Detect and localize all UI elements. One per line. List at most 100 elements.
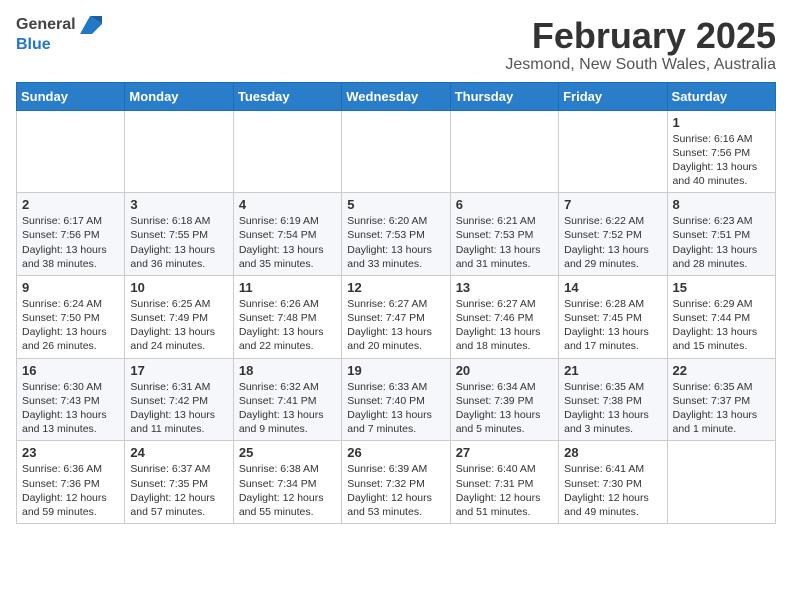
calendar-cell: 19 Sunrise: 6:33 AM Sunset: 7:40 PM Dayli… xyxy=(342,358,450,441)
day-info: Sunrise: 6:24 AM Sunset: 7:50 PM Dayligh… xyxy=(22,297,119,354)
calendar-cell: 28Sunrise: 6:41 AM Sunset: 7:30 PM Dayli… xyxy=(559,441,667,524)
weekday-header-tuesday: Tuesday xyxy=(233,82,341,110)
calendar-cell: 13 Sunrise: 6:27 AM Sunset: 7:46 PM Dayli… xyxy=(450,275,558,358)
day-number: 10 xyxy=(130,280,227,295)
day-info: Sunrise: 6:25 AM Sunset: 7:49 PM Dayligh… xyxy=(130,297,227,354)
day-number: 20 xyxy=(456,363,553,378)
day-number: 9 xyxy=(22,280,119,295)
calendar-cell: 9 Sunrise: 6:24 AM Sunset: 7:50 PM Daylig… xyxy=(17,275,125,358)
day-number: 15 xyxy=(673,280,770,295)
calendar-cell: 6Sunrise: 6:21 AM Sunset: 7:53 PM Daylig… xyxy=(450,193,558,276)
weekday-header-monday: Monday xyxy=(125,82,233,110)
day-info: Sunrise: 6:30 AM Sunset: 7:43 PM Dayligh… xyxy=(22,380,119,437)
calendar-table: SundayMondayTuesdayWednesdayThursdayFrid… xyxy=(16,82,776,524)
calendar-cell: 15 Sunrise: 6:29 AM Sunset: 7:44 PM Dayli… xyxy=(667,275,775,358)
calendar-cell: 23 Sunrise: 6:36 AM Sunset: 7:36 PM Dayli… xyxy=(17,441,125,524)
day-number: 8 xyxy=(673,197,770,212)
page-header: General Blue February 2025 Jesmond, New … xyxy=(16,16,776,74)
day-info: Sunrise: 6:39 AM Sunset: 7:32 PM Dayligh… xyxy=(347,462,444,519)
day-info: Sunrise: 6:31 AM Sunset: 7:42 PM Dayligh… xyxy=(130,380,227,437)
calendar-cell: 16 Sunrise: 6:30 AM Sunset: 7:43 PM Dayli… xyxy=(17,358,125,441)
calendar-week-3: 9 Sunrise: 6:24 AM Sunset: 7:50 PM Daylig… xyxy=(17,275,776,358)
day-number: 23 xyxy=(22,445,119,460)
day-number: 25 xyxy=(239,445,336,460)
calendar-cell: 12 Sunrise: 6:27 AM Sunset: 7:47 PM Dayli… xyxy=(342,275,450,358)
day-number: 17 xyxy=(130,363,227,378)
day-info: Sunrise: 6:40 AM Sunset: 7:31 PM Dayligh… xyxy=(456,462,553,519)
day-number: 4 xyxy=(239,197,336,212)
calendar-week-4: 16 Sunrise: 6:30 AM Sunset: 7:43 PM Dayli… xyxy=(17,358,776,441)
calendar-cell: 8 Sunrise: 6:23 AM Sunset: 7:51 PM Daylig… xyxy=(667,193,775,276)
day-number: 18 xyxy=(239,363,336,378)
day-number: 3 xyxy=(130,197,227,212)
calendar-cell xyxy=(125,110,233,193)
day-info: Sunrise: 6:33 AM Sunset: 7:40 PM Dayligh… xyxy=(347,380,444,437)
calendar-week-1: 1 Sunrise: 6:16 AM Sunset: 7:56 PM Daylig… xyxy=(17,110,776,193)
calendar-cell xyxy=(17,110,125,193)
logo-general: General xyxy=(16,16,102,34)
day-info: Sunrise: 6:18 AM Sunset: 7:55 PM Dayligh… xyxy=(130,214,227,271)
logo: General Blue xyxy=(16,16,102,54)
day-number: 1 xyxy=(673,115,770,130)
calendar-cell xyxy=(233,110,341,193)
logo-blue: Blue xyxy=(16,36,102,54)
day-info: Sunrise: 6:16 AM Sunset: 7:56 PM Dayligh… xyxy=(673,132,770,189)
calendar-cell: 25 Sunrise: 6:38 AM Sunset: 7:34 PM Dayli… xyxy=(233,441,341,524)
calendar-week-2: 2 Sunrise: 6:17 AM Sunset: 7:56 PM Daylig… xyxy=(17,193,776,276)
day-number: 21 xyxy=(564,363,661,378)
weekday-header-row: SundayMondayTuesdayWednesdayThursdayFrid… xyxy=(17,82,776,110)
calendar-cell: 21Sunrise: 6:35 AM Sunset: 7:38 PM Dayli… xyxy=(559,358,667,441)
day-number: 22 xyxy=(673,363,770,378)
day-info: Sunrise: 6:22 AM Sunset: 7:52 PM Dayligh… xyxy=(564,214,661,271)
calendar-cell: 22Sunrise: 6:35 AM Sunset: 7:37 PM Dayli… xyxy=(667,358,775,441)
day-info: Sunrise: 6:20 AM Sunset: 7:53 PM Dayligh… xyxy=(347,214,444,271)
location: Jesmond, New South Wales, Australia xyxy=(505,56,776,74)
day-info: Sunrise: 6:34 AM Sunset: 7:39 PM Dayligh… xyxy=(456,380,553,437)
day-number: 5 xyxy=(347,197,444,212)
day-number: 14 xyxy=(564,280,661,295)
calendar-cell: 17 Sunrise: 6:31 AM Sunset: 7:42 PM Dayli… xyxy=(125,358,233,441)
calendar-cell: 1 Sunrise: 6:16 AM Sunset: 7:56 PM Daylig… xyxy=(667,110,775,193)
day-number: 27 xyxy=(456,445,553,460)
calendar-cell: 7 Sunrise: 6:22 AM Sunset: 7:52 PM Daylig… xyxy=(559,193,667,276)
day-info: Sunrise: 6:26 AM Sunset: 7:48 PM Dayligh… xyxy=(239,297,336,354)
day-number: 16 xyxy=(22,363,119,378)
day-info: Sunrise: 6:19 AM Sunset: 7:54 PM Dayligh… xyxy=(239,214,336,271)
calendar-cell: 18Sunrise: 6:32 AM Sunset: 7:41 PM Dayli… xyxy=(233,358,341,441)
weekday-header-wednesday: Wednesday xyxy=(342,82,450,110)
weekday-header-sunday: Sunday xyxy=(17,82,125,110)
calendar-cell: 4 Sunrise: 6:19 AM Sunset: 7:54 PM Daylig… xyxy=(233,193,341,276)
month-year: February 2025 xyxy=(505,16,776,56)
calendar-cell: 2 Sunrise: 6:17 AM Sunset: 7:56 PM Daylig… xyxy=(17,193,125,276)
day-info: Sunrise: 6:21 AM Sunset: 7:53 PM Dayligh… xyxy=(456,214,553,271)
calendar-cell xyxy=(559,110,667,193)
calendar-cell: 3 Sunrise: 6:18 AM Sunset: 7:55 PM Daylig… xyxy=(125,193,233,276)
day-info: Sunrise: 6:17 AM Sunset: 7:56 PM Dayligh… xyxy=(22,214,119,271)
weekday-header-friday: Friday xyxy=(559,82,667,110)
calendar-cell xyxy=(667,441,775,524)
day-info: Sunrise: 6:37 AM Sunset: 7:35 PM Dayligh… xyxy=(130,462,227,519)
calendar-cell: 20 Sunrise: 6:34 AM Sunset: 7:39 PM Dayli… xyxy=(450,358,558,441)
day-number: 2 xyxy=(22,197,119,212)
day-info: Sunrise: 6:27 AM Sunset: 7:46 PM Dayligh… xyxy=(456,297,553,354)
calendar-cell: 24Sunrise: 6:37 AM Sunset: 7:35 PM Dayli… xyxy=(125,441,233,524)
day-number: 12 xyxy=(347,280,444,295)
calendar-cell xyxy=(342,110,450,193)
day-number: 19 xyxy=(347,363,444,378)
calendar-cell: 10 Sunrise: 6:25 AM Sunset: 7:49 PM Dayli… xyxy=(125,275,233,358)
day-info: Sunrise: 6:27 AM Sunset: 7:47 PM Dayligh… xyxy=(347,297,444,354)
weekday-header-saturday: Saturday xyxy=(667,82,775,110)
day-number: 26 xyxy=(347,445,444,460)
day-info: Sunrise: 6:36 AM Sunset: 7:36 PM Dayligh… xyxy=(22,462,119,519)
calendar-cell: 27 Sunrise: 6:40 AM Sunset: 7:31 PM Dayli… xyxy=(450,441,558,524)
day-number: 13 xyxy=(456,280,553,295)
day-info: Sunrise: 6:29 AM Sunset: 7:44 PM Dayligh… xyxy=(673,297,770,354)
calendar-cell: 14Sunrise: 6:28 AM Sunset: 7:45 PM Dayli… xyxy=(559,275,667,358)
title-block: February 2025 Jesmond, New South Wales, … xyxy=(505,16,776,74)
day-info: Sunrise: 6:38 AM Sunset: 7:34 PM Dayligh… xyxy=(239,462,336,519)
day-number: 7 xyxy=(564,197,661,212)
calendar-cell: 11 Sunrise: 6:26 AM Sunset: 7:48 PM Dayli… xyxy=(233,275,341,358)
day-info: Sunrise: 6:23 AM Sunset: 7:51 PM Dayligh… xyxy=(673,214,770,271)
day-number: 11 xyxy=(239,280,336,295)
weekday-header-thursday: Thursday xyxy=(450,82,558,110)
